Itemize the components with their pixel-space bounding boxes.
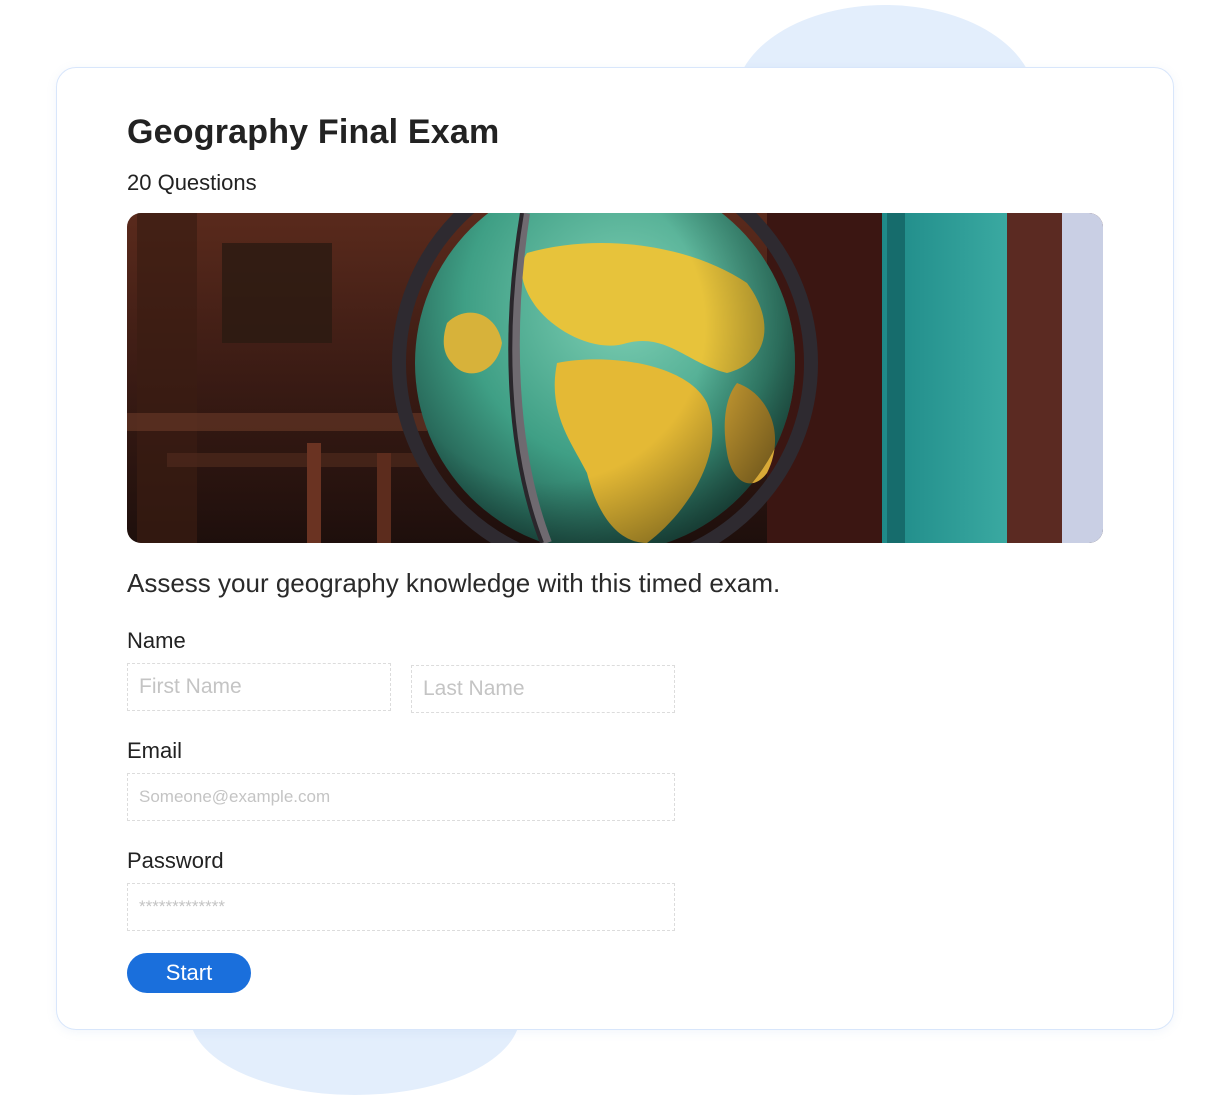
exam-card: Geography Final Exam 20 Questions Assess…	[56, 67, 1174, 1030]
password-input[interactable]	[127, 883, 675, 931]
question-count: 20 Questions	[127, 170, 257, 195]
email-label: Email	[127, 738, 183, 763]
first-name-input[interactable]	[127, 663, 391, 711]
last-name-input[interactable]	[411, 665, 675, 713]
banner-image	[127, 213, 1103, 543]
name-label: Name	[127, 628, 186, 653]
exam-title: Geography Final Exam	[127, 113, 500, 151]
exam-description: Assess your geography knowledge with thi…	[127, 568, 781, 598]
start-button[interactable]: Start	[127, 953, 251, 993]
globe-photo	[127, 213, 1103, 543]
email-input[interactable]	[127, 773, 675, 821]
password-label: Password	[127, 848, 224, 873]
